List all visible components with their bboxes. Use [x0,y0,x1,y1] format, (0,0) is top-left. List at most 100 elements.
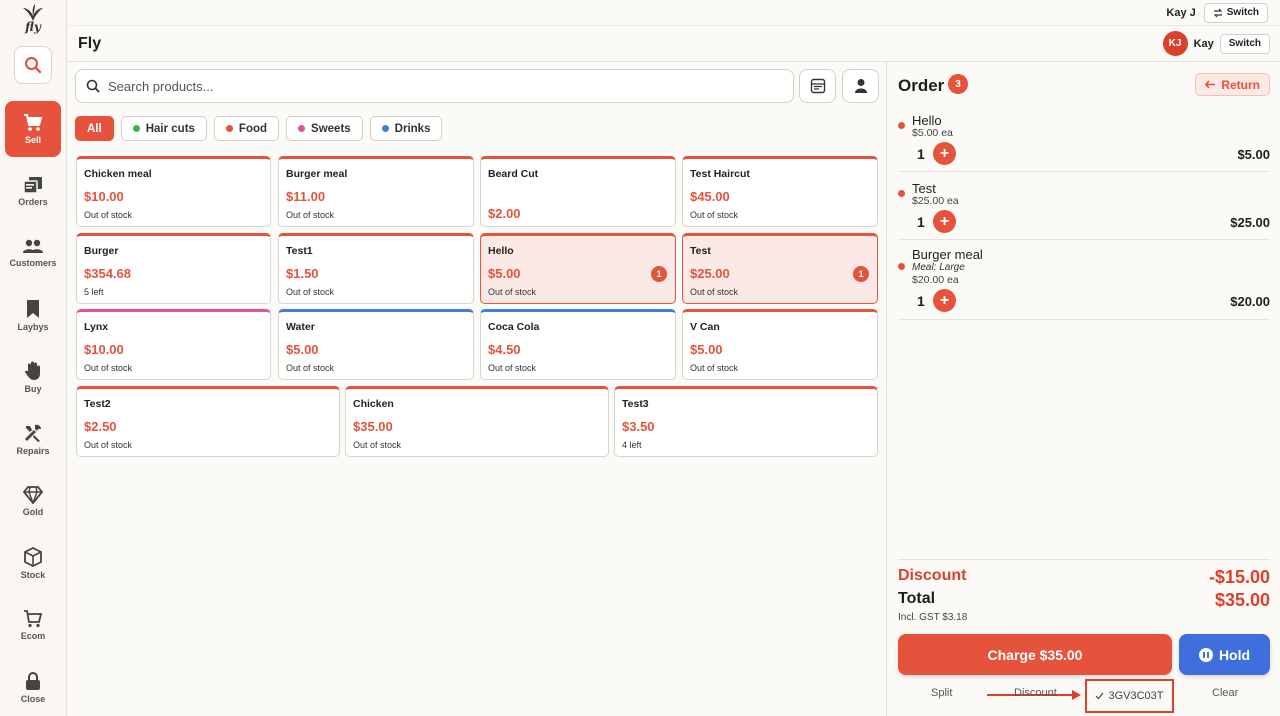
category-dot [132,125,140,132]
discount-code-chip[interactable]: 3GV3C03T [1085,679,1174,713]
product-card[interactable]: Water $5.00 Out of stock [278,309,474,380]
clear-link[interactable]: Clear [1212,687,1238,699]
product-card[interactable]: Test Haircut $45.00 Out of stock [682,156,878,227]
product-card[interactable]: Test2 $2.50 Out of stock [76,386,340,457]
diamond-icon [23,485,43,504]
increment-button[interactable]: + [933,210,956,233]
product-stock: 5 left [84,287,104,297]
sidebar-item-orders[interactable]: Orders [5,163,61,219]
split-link[interactable]: Split [931,687,952,699]
line-quantity: 1 [917,146,925,162]
header-user: KJ Kay Switch [1162,31,1270,56]
product-stock: Out of stock [286,210,335,220]
product-card[interactable]: Chicken $35.00 Out of stock [345,386,609,457]
product-search[interactable] [75,69,794,103]
product-card[interactable]: Test $25.00 Out of stock 1 [682,233,878,304]
product-name: V Can [690,321,720,333]
sidebar-item-label: Gold [22,506,44,517]
sidebar-item-gold[interactable]: Gold [5,473,61,529]
product-card[interactable]: Test3 $3.50 4 left [614,386,878,457]
sidebar-item-buy[interactable]: Buy [5,349,61,405]
filter-sweets[interactable]: Sweets [286,116,363,141]
sidebar-search-button[interactable] [14,46,52,84]
summary-divider [898,559,1270,560]
product-card[interactable]: Chicken meal $10.00 Out of stock [76,156,271,227]
switch-user-button[interactable]: Switch [1203,2,1268,23]
product-price: $11.00 [286,189,326,204]
filter-all[interactable]: All [75,116,114,141]
sidebar-item-customers[interactable]: Customers [5,225,61,281]
sidebar-item-label: Laybys [17,321,49,332]
hold-button[interactable]: Hold [1179,634,1270,675]
product-price: $10.00 [84,189,124,204]
discount-link[interactable]: Discount [1014,687,1057,699]
sidebar-item-label: Buy [24,383,42,394]
product-price: $10.00 [84,342,124,357]
product-price: $45.00 [690,189,730,204]
switch-user-button-2[interactable]: Switch [1219,33,1270,54]
sidebar-item-close[interactable]: Close [5,659,61,715]
line-unit-price: $20.00 ea [912,274,959,286]
filter-label: Sweets [311,122,351,135]
product-card[interactable]: Burger $354.68 5 left [76,233,271,304]
product-name: Test Haircut [690,168,750,180]
return-button[interactable]: Return [1195,73,1270,96]
filter-drinks[interactable]: Drinks [369,116,443,141]
product-card[interactable]: Lynx $10.00 Out of stock [76,309,271,380]
product-price: $25.00 [690,266,730,281]
product-card[interactable]: Coca Cola $4.50 Out of stock [480,309,676,380]
product-stock: Out of stock [286,287,335,297]
line-unit-price: $5.00 ea [912,127,953,139]
gst-text: Incl. GST $3.18 [898,612,968,623]
product-stock: Out of stock [84,440,133,450]
shopping-cart-icon [24,609,43,627]
box-icon [24,546,42,567]
bookmark-icon [27,299,39,318]
product-name: Chicken meal [84,168,152,180]
sidebar-item-label: Sell [24,134,41,145]
product-name: Test3 [622,398,649,410]
product-card[interactable]: Hello $5.00 Out of stock 1 [480,233,676,304]
category-dot [298,125,306,132]
order-count-badge: 3 [948,74,968,94]
scan-button[interactable] [799,69,836,103]
category-dot [381,125,389,132]
line-total: $5.00 [1237,147,1270,162]
filter-hair-cuts[interactable]: Hair cuts [120,116,207,141]
line-item-name: Hello [912,113,942,128]
search-input[interactable] [108,78,728,94]
user-short-name: Kay [1193,37,1214,50]
product-name: Coca Cola [488,321,540,333]
sidebar-item-laybys[interactable]: Laybys [5,287,61,343]
cart-count-badge: 1 [651,266,667,282]
product-stock: Out of stock [488,287,537,297]
order-title: Order [898,76,945,95]
pause-icon [1198,647,1213,662]
line-total: $20.00 [1230,294,1270,309]
product-stock: Out of stock [286,363,335,373]
increment-button[interactable]: + [933,289,956,312]
increment-button[interactable]: + [933,142,956,165]
product-name: Test [690,245,711,257]
switch-label: Switch [1226,7,1259,18]
sidebar-item-ecom[interactable]: Ecom [5,597,61,653]
product-card[interactable]: Test1 $1.50 Out of stock [278,233,474,304]
sidebar-item-stock[interactable]: Stock [5,535,61,591]
line-dot [898,122,905,129]
product-stock: Out of stock [488,363,537,373]
sidebar-item-sell[interactable]: Sell [5,101,61,157]
customer-button[interactable] [842,69,879,103]
product-price: $5.00 [690,342,723,357]
product-name: Hello [488,245,514,257]
avatar[interactable]: KJ [1162,31,1188,56]
sidebar-item-repairs[interactable]: Repairs [5,411,61,467]
product-card[interactable]: Burger meal $11.00 Out of stock [278,156,474,227]
charge-button[interactable]: Charge $35.00 [898,634,1172,675]
product-card[interactable]: V Can $5.00 Out of stock [682,309,878,380]
product-name: Lynx [84,321,109,333]
product-card[interactable]: Beard Cut $2.00 [480,156,676,227]
filter-food[interactable]: Food [213,116,280,141]
category-filters: All Hair cuts Food Sweets Drinks [75,116,443,141]
sidebar-item-label: Ecom [20,630,46,641]
discount-code: 3GV3C03T [1108,690,1164,702]
